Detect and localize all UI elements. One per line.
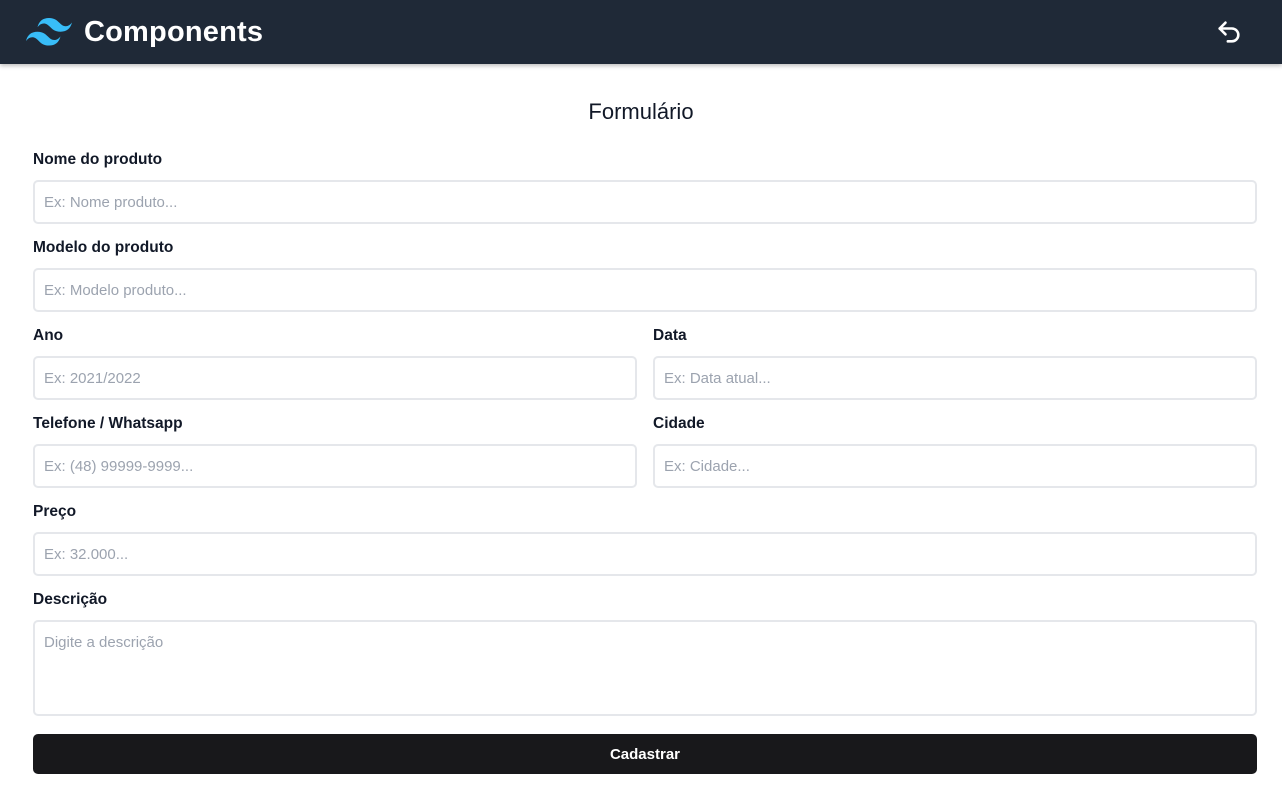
top-navbar: Components (0, 0, 1282, 64)
telefone-input[interactable] (33, 444, 637, 488)
preco-input[interactable] (33, 532, 1257, 576)
form-title: Formulário (588, 99, 694, 124)
tailwind-wave-logo-icon (26, 17, 72, 46)
descricao-label: Descrição (33, 591, 108, 608)
ano-input[interactable] (33, 356, 637, 400)
descricao-textarea[interactable] (33, 620, 1257, 716)
cidade-input[interactable] (653, 444, 1257, 488)
brand[interactable]: Components (26, 14, 263, 50)
undo-arrow-icon (1218, 21, 1240, 43)
data-label: Data (653, 327, 687, 344)
modelo-produto-input[interactable] (33, 268, 1257, 312)
modelo-produto-label: Modelo do produto (33, 239, 174, 256)
preco-label: Preço (33, 503, 77, 520)
nome-produto-label: Nome do produto (33, 151, 163, 168)
ano-label: Ano (33, 327, 64, 344)
back-button[interactable] (1214, 17, 1244, 47)
app-title: Components (84, 16, 264, 48)
cadastrar-button[interactable]: Cadastrar (33, 734, 1257, 774)
telefone-label: Telefone / Whatsapp (33, 415, 183, 432)
data-input[interactable] (653, 356, 1257, 400)
cidade-label: Cidade (653, 415, 705, 432)
nome-produto-input[interactable] (33, 180, 1257, 224)
